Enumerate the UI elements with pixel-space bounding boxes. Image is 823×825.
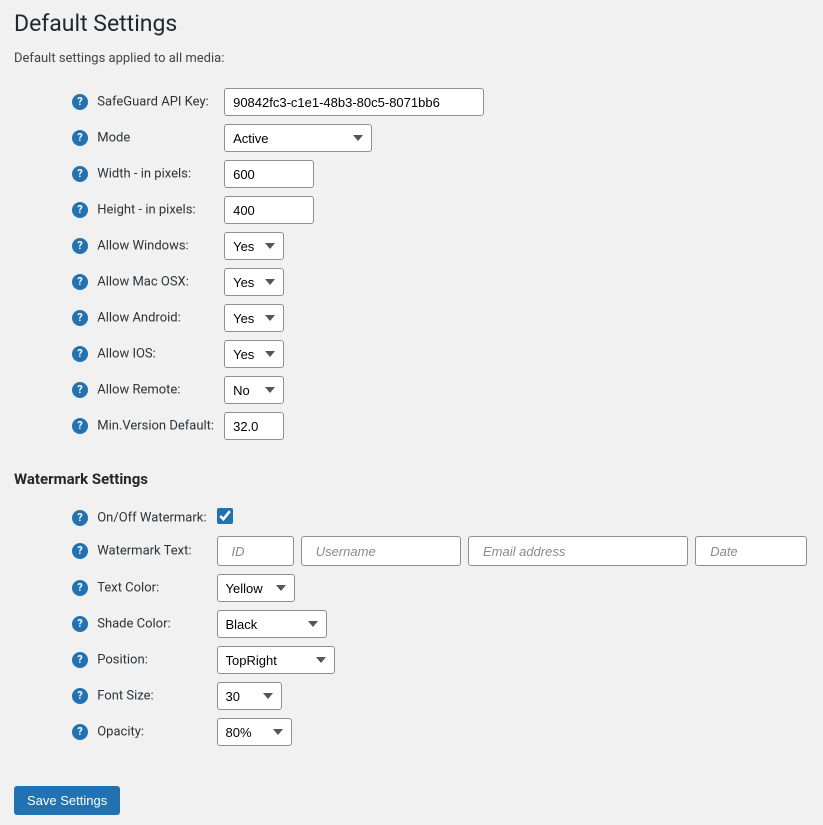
help-icon[interactable] <box>72 510 88 526</box>
help-icon[interactable] <box>72 418 88 434</box>
opacity-label: Opacity: <box>97 725 144 740</box>
height-input[interactable] <box>224 196 314 224</box>
allow-mac-select[interactable]: Yes <box>224 268 284 296</box>
watermark-email-input[interactable] <box>468 536 688 566</box>
help-icon[interactable] <box>72 543 88 559</box>
save-settings-button[interactable]: Save Settings <box>14 786 120 815</box>
help-icon[interactable] <box>72 382 88 398</box>
help-icon[interactable] <box>72 580 88 596</box>
watermark-heading: Watermark Settings <box>14 470 809 488</box>
watermark-text-label: Watermark Text: <box>97 544 191 559</box>
position-select[interactable]: TopRight <box>217 646 335 674</box>
allow-android-select[interactable]: Yes <box>224 304 284 332</box>
text-color-select[interactable]: Yellow <box>217 574 295 602</box>
help-icon[interactable] <box>72 346 88 362</box>
allow-ios-label: Allow IOS: <box>97 347 156 362</box>
allow-windows-label: Allow Windows: <box>97 239 188 254</box>
allow-mac-label: Allow Mac OSX: <box>97 275 189 290</box>
opacity-select[interactable]: 80% <box>217 718 292 746</box>
watermark-onoff-label: On/Off Watermark: <box>97 511 206 526</box>
width-label: Width - in pixels: <box>97 167 191 182</box>
help-icon[interactable] <box>72 202 88 218</box>
allow-android-label: Allow Android: <box>97 311 181 326</box>
text-color-label: Text Color: <box>97 581 159 596</box>
width-input[interactable] <box>224 160 314 188</box>
allow-remote-select[interactable]: No <box>224 376 284 404</box>
allow-remote-label: Allow Remote: <box>97 383 180 398</box>
help-icon[interactable] <box>72 652 88 668</box>
help-icon[interactable] <box>72 616 88 632</box>
watermark-settings-form: On/Off Watermark: Watermark Text: Text C… <box>72 504 807 750</box>
help-icon[interactable] <box>72 238 88 254</box>
page-title: Default Settings <box>14 10 809 37</box>
font-size-select[interactable]: 30 <box>217 682 282 710</box>
help-icon[interactable] <box>72 724 88 740</box>
help-icon[interactable] <box>72 166 88 182</box>
watermark-date-input[interactable] <box>695 536 807 566</box>
watermark-username-input[interactable] <box>301 536 461 566</box>
api-key-input[interactable] <box>224 88 484 116</box>
allow-windows-select[interactable]: Yes <box>224 232 284 260</box>
help-icon[interactable] <box>72 310 88 326</box>
watermark-onoff-checkbox[interactable] <box>217 508 233 524</box>
help-icon[interactable] <box>72 688 88 704</box>
mode-label: Mode <box>97 131 130 146</box>
mode-select[interactable]: Active <box>224 124 372 152</box>
help-icon[interactable] <box>72 94 88 110</box>
default-settings-form: SafeGuard API Key: Mode Active Width - i… <box>72 84 484 444</box>
position-label: Position: <box>97 653 148 668</box>
page-subtitle: Default settings applied to all media: <box>14 51 809 66</box>
font-size-label: Font Size: <box>97 689 153 704</box>
allow-ios-select[interactable]: Yes <box>224 340 284 368</box>
shade-color-select[interactable]: Black <box>217 610 327 638</box>
height-label: Height - in pixels: <box>97 203 195 218</box>
min-version-input[interactable] <box>224 412 284 440</box>
help-icon[interactable] <box>72 130 88 146</box>
min-version-label: Min.Version Default: <box>97 419 214 434</box>
api-key-label: SafeGuard API Key: <box>97 95 209 110</box>
shade-color-label: Shade Color: <box>97 617 170 632</box>
help-icon[interactable] <box>72 274 88 290</box>
watermark-id-input[interactable] <box>217 536 294 566</box>
